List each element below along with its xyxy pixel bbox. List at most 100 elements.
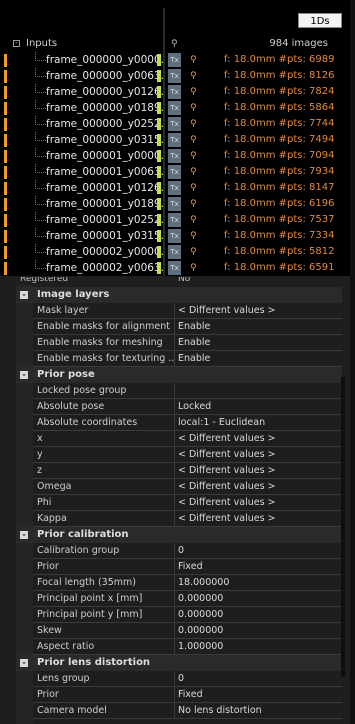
property-value[interactable]: Fixed xyxy=(178,687,203,702)
frame-name[interactable]: frame_000002_y0063.0 xyxy=(46,260,163,276)
texture-icon[interactable]: Tx xyxy=(168,213,181,227)
property-row[interactable]: Lens group 0 xyxy=(33,671,342,687)
property-value[interactable]: 0.000000 xyxy=(178,623,223,638)
enabled-indicator[interactable] xyxy=(157,86,161,98)
property-row[interactable]: Calibration group 0 xyxy=(33,543,342,559)
frame-row[interactable]: frame_000001_y0252.0 Tx ⚲ f: 18.0mm #pts: 7… xyxy=(0,212,350,228)
section-header[interactable]: - Prior pose xyxy=(16,367,342,383)
texture-icon[interactable]: Tx xyxy=(168,117,181,131)
property-row[interactable]: Principal point x [mm] 0.000000 xyxy=(33,591,342,607)
property-value[interactable]: < Different values > xyxy=(178,511,276,526)
texture-icon[interactable]: Tx xyxy=(168,245,181,259)
texture-icon[interactable]: Tx xyxy=(168,165,181,179)
enabled-indicator[interactable] xyxy=(157,54,161,66)
property-row[interactable]: Enable masks for texturing ... Enable xyxy=(33,351,342,367)
frame-row[interactable]: frame_000001_y0126.0 Tx ⚲ f: 18.0mm #pts: 8… xyxy=(0,180,350,196)
texture-icon[interactable]: Tx xyxy=(168,261,181,275)
enabled-indicator[interactable] xyxy=(157,102,161,114)
property-row[interactable]: Principal point y [mm] 0.000000 xyxy=(33,607,342,623)
frame-name[interactable]: frame_000001_y0063.0 xyxy=(46,164,163,180)
texture-icon[interactable]: Tx xyxy=(168,197,181,211)
frame-row[interactable]: frame_000000_y0252.0 Tx ⚲ f: 18.0mm #pts: 7… xyxy=(0,116,350,132)
property-row[interactable]: Mask layer < Different values > xyxy=(33,303,342,319)
enabled-indicator[interactable] xyxy=(157,230,161,242)
property-row[interactable]: Camera model No lens distortion xyxy=(33,703,342,719)
frame-row[interactable]: frame_000001_y0315.0 Tx ⚲ f: 18.0mm #pts: 7… xyxy=(0,228,350,244)
texture-icon[interactable]: Tx xyxy=(168,149,181,163)
frame-name[interactable]: frame_000000_y0252.0 xyxy=(46,116,163,132)
collapse-toggle-icon[interactable]: - xyxy=(20,659,28,667)
frame-name[interactable]: frame_000000_y0315.0 xyxy=(46,132,163,148)
texture-icon[interactable]: Tx xyxy=(168,101,181,115)
property-value[interactable]: < Different values > xyxy=(178,431,276,446)
property-value[interactable]: 18.000000 xyxy=(178,575,229,590)
property-value[interactable]: Enable xyxy=(178,335,210,350)
frame-name[interactable]: frame_000000_y0126.0 xyxy=(46,84,163,100)
frame-row[interactable]: frame_000000_y0000.0 Tx ⚲ f: 18.0mm #pts: 6… xyxy=(0,52,350,68)
section-header[interactable]: - Image layers xyxy=(16,287,342,303)
property-row[interactable]: Enable masks for alignment Enable xyxy=(33,319,342,335)
property-row[interactable]: y < Different values > xyxy=(33,447,342,463)
frame-name[interactable]: frame_000000_y0063.0 xyxy=(46,68,163,84)
property-value[interactable]: < Different values > xyxy=(178,495,276,510)
frame-row[interactable]: frame_000000_y0063.0 Tx ⚲ f: 18.0mm #pts: 8… xyxy=(0,68,350,84)
inputs-node-label[interactable]: Inputs xyxy=(26,36,57,52)
texture-icon[interactable]: Tx xyxy=(168,69,181,83)
frame-row[interactable]: frame_000001_y0063.0 Tx ⚲ f: 18.0mm #pts: 7… xyxy=(0,164,350,180)
property-row[interactable]: x < Different values > xyxy=(33,431,342,447)
property-row[interactable]: Kappa < Different values > xyxy=(33,511,342,527)
property-value[interactable]: < Different values > xyxy=(178,463,276,478)
frame-name[interactable]: frame_000000_y0000.0 xyxy=(46,52,163,68)
enabled-indicator[interactable] xyxy=(157,134,161,146)
enabled-indicator[interactable] xyxy=(157,182,161,194)
enabled-indicator[interactable] xyxy=(157,166,161,178)
property-row[interactable]: Enable masks for meshing Enable xyxy=(33,335,342,351)
enabled-indicator[interactable] xyxy=(157,246,161,258)
property-row[interactable]: Aspect ratio 1.000000 xyxy=(33,639,342,655)
frame-row[interactable]: frame_000001_y0000.0 Tx ⚲ f: 18.0mm #pts: 7… xyxy=(0,148,350,164)
collapse-toggle-icon[interactable]: - xyxy=(20,531,28,539)
property-value[interactable]: Locked xyxy=(178,399,211,414)
enabled-indicator[interactable] xyxy=(157,198,161,210)
enabled-indicator[interactable] xyxy=(157,70,161,82)
property-value[interactable]: < Different values > xyxy=(178,447,276,462)
property-row[interactable]: z < Different values > xyxy=(33,463,342,479)
property-row[interactable]: Focal length (35mm) 18.000000 xyxy=(33,575,342,591)
property-row[interactable]: Skew 0.000000 xyxy=(33,623,342,639)
texture-icon[interactable]: Tx xyxy=(168,229,181,243)
frame-name[interactable]: frame_000001_y0315.0 xyxy=(46,228,163,244)
enabled-indicator[interactable] xyxy=(157,150,161,162)
frame-row[interactable]: frame_000001_y0189.0 Tx ⚲ f: 18.0mm #pts: 6… xyxy=(0,196,350,212)
frame-row[interactable]: frame_000000_y0189.0 Tx ⚲ f: 18.0mm #pts: 5… xyxy=(0,100,350,116)
frame-name[interactable]: frame_000001_y0000.0 xyxy=(46,148,163,164)
property-value[interactable]: 0.000000 xyxy=(178,591,223,606)
section-header[interactable]: - Prior lens distortion xyxy=(16,655,342,671)
property-value[interactable]: 1.000000 xyxy=(178,639,223,654)
property-row[interactable]: Absolute coordinates local:1 - Euclidean xyxy=(33,415,342,431)
frame-row[interactable]: frame_000002_y0000.0 Tx ⚲ f: 18.0mm #pts: 5… xyxy=(0,244,350,260)
property-value[interactable]: 0 xyxy=(178,671,184,686)
collapse-toggle-icon[interactable]: - xyxy=(20,371,28,379)
collapse-toggle-icon[interactable]: - xyxy=(20,291,28,299)
enabled-indicator[interactable] xyxy=(157,214,161,226)
property-row[interactable]: Absolute pose Locked xyxy=(33,399,342,415)
frame-name[interactable]: frame_000000_y0189.0 xyxy=(46,100,163,116)
frame-name[interactable]: frame_000002_y0000.0 xyxy=(46,244,163,260)
texture-icon[interactable]: Tx xyxy=(168,85,181,99)
property-value[interactable]: Fixed xyxy=(178,559,203,574)
property-row[interactable]: Prior Fixed xyxy=(33,687,342,703)
property-value[interactable]: No lens distortion xyxy=(178,703,262,718)
property-value[interactable]: 0 xyxy=(178,543,184,558)
property-value[interactable]: local:1 - Euclidean xyxy=(178,415,265,430)
property-row[interactable]: Phi < Different values > xyxy=(33,495,342,511)
property-value[interactable]: < Different values > xyxy=(178,303,276,318)
texture-icon[interactable]: Tx xyxy=(168,53,181,67)
frame-row[interactable]: frame_000000_y0126.0 Tx ⚲ f: 18.0mm #pts: 7… xyxy=(0,84,350,100)
section-header[interactable]: - Prior calibration xyxy=(16,527,342,543)
frame-row[interactable]: frame_000000_y0315.0 Tx ⚲ f: 18.0mm #pts: 7… xyxy=(0,132,350,148)
frame-name[interactable]: frame_000001_y0252.0 xyxy=(46,212,163,228)
scrollbar[interactable] xyxy=(341,377,345,677)
texture-icon[interactable]: Tx xyxy=(168,133,181,147)
property-value[interactable]: Enable xyxy=(178,319,210,334)
property-value[interactable]: Enable xyxy=(178,351,210,366)
